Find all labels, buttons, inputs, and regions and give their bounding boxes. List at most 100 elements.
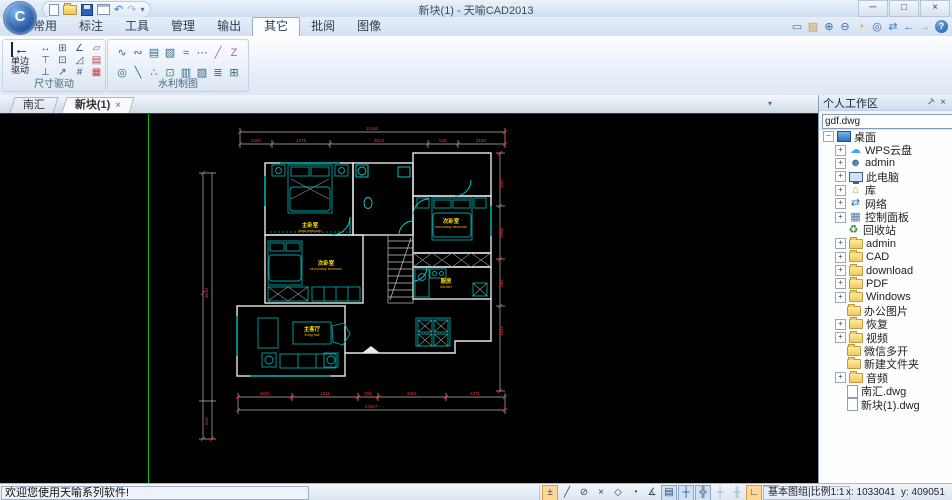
tree-toggle-icon[interactable]: + [835, 238, 846, 249]
back-icon[interactable]: ← [901, 19, 917, 35]
app-logo-icon[interactable]: C [3, 1, 37, 35]
line-icon[interactable]: ╱ [559, 485, 575, 500]
tree-toggle-icon[interactable]: − [823, 131, 834, 142]
crosshair-off-icon[interactable]: ┼ [712, 485, 728, 500]
forward-icon[interactable]: → [917, 19, 933, 35]
tree-toggle-icon[interactable]: + [835, 292, 846, 303]
tree-item-新块(1).dwg[interactable]: 新块(1).dwg [819, 398, 952, 411]
menu-tab-输出[interactable]: 输出 [206, 17, 252, 36]
tool-icon-7[interactable]: ╱ [210, 45, 226, 65]
tree-toggle-icon[interactable]: + [835, 185, 846, 196]
single-side-drive-button[interactable]: ← 单边 驱动 [5, 42, 35, 78]
tree-item-回收站[interactable]: ♻回收站 [819, 224, 952, 237]
tool-icon-11[interactable]: # [71, 67, 88, 79]
tree-toggle-icon[interactable]: + [835, 278, 846, 289]
menu-tab-其它[interactable]: 其它 [252, 17, 300, 36]
tool-icon-6[interactable]: ⊡ [54, 55, 71, 67]
tree-toggle-icon[interactable]: + [835, 252, 846, 263]
redo-icon[interactable]: ↷ [127, 5, 136, 15]
save-icon[interactable] [81, 4, 93, 16]
grid-icon[interactable]: ╬ [695, 485, 711, 500]
tree-toggle-icon[interactable]: + [835, 319, 846, 330]
tree-item-PDF[interactable]: +PDF [819, 277, 952, 290]
tool-icon-7[interactable]: ◿ [71, 55, 88, 67]
tree-item-CAD[interactable]: +CAD [819, 251, 952, 264]
tool-icon-8[interactable]: Z [226, 45, 242, 65]
tree-item-admin[interactable]: +admin [819, 237, 952, 250]
ortho-icon[interactable]: ∟ [746, 485, 762, 500]
panel-close-icon[interactable]: × [937, 97, 949, 108]
pin-icon[interactable]: T [925, 97, 937, 108]
tree-item-download[interactable]: +download [819, 264, 952, 277]
tool-icon-3[interactable]: ∠ [71, 43, 88, 55]
tree-item-此电脑[interactable]: +此电脑 [819, 170, 952, 183]
snap-icon[interactable]: ± [542, 485, 558, 500]
tree-toggle-icon[interactable]: + [835, 145, 846, 156]
menu-tab-批阅[interactable]: 批阅 [300, 17, 346, 36]
open-file-icon[interactable] [63, 5, 77, 15]
tool-icon-6[interactable]: ⋯ [194, 45, 210, 65]
clock-icon[interactable]: ◔ [627, 485, 643, 500]
menu-tab-管理[interactable]: 管理 [160, 17, 206, 36]
svg-text:201: 201 [364, 391, 372, 396]
tool-icon-8[interactable]: ▤ [88, 55, 105, 67]
tool-icon-10[interactable]: ↗ [54, 67, 71, 79]
tree-toggle-icon[interactable]: + [835, 372, 846, 383]
preview-icon[interactable] [97, 4, 110, 15]
zoom-extent-icon[interactable]: ◎ [869, 19, 885, 35]
tool-icon-5[interactable]: ⊤ [37, 55, 54, 67]
tool-icon-4[interactable]: ▱ [88, 43, 105, 55]
new-file-icon[interactable] [49, 4, 59, 16]
tree-toggle-icon[interactable]: + [835, 265, 846, 276]
qat-caret-icon[interactable]: ▾ [140, 5, 144, 14]
grid-off-icon[interactable]: ╫ [729, 485, 745, 500]
diamond-icon[interactable]: ◇ [610, 485, 626, 500]
tool-icon-2[interactable]: ⊞ [54, 43, 71, 55]
zoom-in-icon[interactable]: ⊕ [821, 19, 837, 35]
scale-mode-indicator[interactable]: 基本图组|比例1:1 [763, 486, 850, 500]
tree-toggle-icon[interactable]: + [835, 158, 846, 169]
menu-tab-标注[interactable]: 标注 [68, 17, 114, 36]
tool-icon-4[interactable]: ▧ [162, 45, 178, 65]
tool-icon-1[interactable]: ∿ [114, 45, 130, 65]
zoom-out-icon[interactable]: ⊖ [837, 19, 853, 35]
no-circle-icon[interactable]: ⊘ [576, 485, 592, 500]
tree-toggle-icon[interactable]: + [835, 332, 846, 343]
undo-icon[interactable]: ↶ [114, 5, 123, 15]
maximize-button[interactable]: □ [889, 0, 919, 17]
pan-icon[interactable]: ◔ [853, 19, 869, 35]
tool-icon-12[interactable]: ▦ [88, 67, 105, 79]
tool-icon-5[interactable]: ≈ [178, 45, 194, 65]
angle-icon[interactable]: ∡ [644, 485, 660, 500]
status-message: 欢迎您使用天喻系列软件! [1, 486, 309, 500]
menu-tab-工具[interactable]: 工具 [114, 17, 160, 36]
tree-toggle-icon[interactable]: + [835, 198, 846, 209]
crosshair-icon[interactable]: ┼ [678, 485, 694, 500]
help-icon[interactable]: ? [935, 20, 948, 33]
drawing-canvas[interactable]: 1146214601375301354631804831161120134811… [0, 113, 818, 484]
cross-icon[interactable]: × [593, 485, 609, 500]
tool-icon-2[interactable]: ∾ [130, 45, 146, 65]
minimize-button[interactable]: ─ [858, 0, 888, 17]
refresh-icon[interactable]: ⇄ [885, 19, 901, 35]
status-toggle-icons: ±╱⊘×◇◔∡▤┼╬┼╫∟∟ [539, 485, 780, 500]
tab-close-icon[interactable]: × [115, 100, 121, 111]
search-input[interactable] [822, 114, 952, 129]
tool-icon-3[interactable]: ▤ [146, 45, 162, 65]
folder-icon [849, 239, 863, 249]
image-icon[interactable]: ▨ [805, 19, 821, 35]
tab-list-caret-icon[interactable]: ▾ [768, 99, 772, 108]
book-icon[interactable]: ▤ [661, 485, 677, 500]
tree-toggle-icon[interactable]: + [835, 171, 846, 182]
tree-item-WPS云盘[interactable]: +☁WPS云盘 [819, 143, 952, 156]
tool-icon-9[interactable]: ⊥ [37, 67, 54, 79]
window-icon[interactable]: ▭ [789, 19, 805, 35]
tree-toggle-icon [835, 360, 844, 369]
doc-tab-南汇[interactable]: 南汇 [9, 97, 58, 113]
tool-icon-1[interactable]: ↔ [37, 43, 54, 55]
menu-tab-图像[interactable]: 图像 [346, 17, 392, 36]
cloud-icon: ☁ [849, 145, 862, 156]
doc-tab-新块(1)[interactable]: 新块(1)× [61, 97, 134, 113]
tree-toggle-icon[interactable]: + [835, 212, 846, 223]
close-button[interactable]: × [920, 0, 950, 17]
